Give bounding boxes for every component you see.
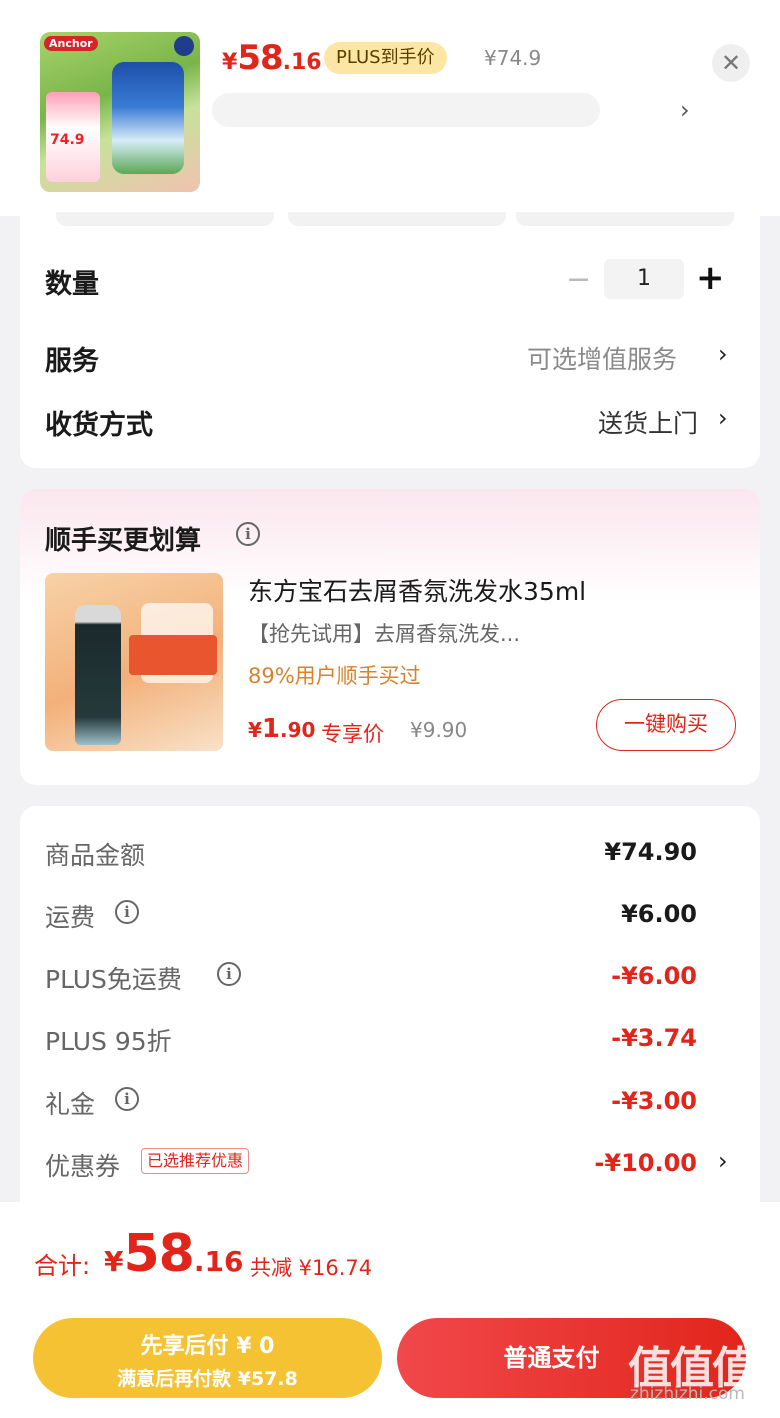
plus-price: ¥58.16 bbox=[222, 38, 322, 78]
close-icon: ✕ bbox=[720, 49, 742, 77]
addon-price-tag: 专享价 bbox=[321, 722, 384, 746]
info-icon[interactable]: i bbox=[115, 1087, 139, 1111]
service-value[interactable]: 可选增值服务 bbox=[527, 340, 677, 376]
chevron-right-icon[interactable]: › bbox=[718, 340, 728, 368]
thumb-tag-price: 74.9 bbox=[50, 132, 85, 148]
addon-title: 顺手买更划算 bbox=[45, 526, 202, 556]
delivery-value[interactable]: 送货上门 bbox=[598, 404, 698, 440]
cost-row-value: ¥6.00 bbox=[621, 900, 697, 928]
normal-pay-label: 普通支付 bbox=[503, 1344, 600, 1372]
addon-original-price: ¥9.90 bbox=[410, 718, 468, 742]
quantity-increase-button[interactable]: + bbox=[696, 258, 725, 298]
cost-row-label: 优惠券 bbox=[45, 1152, 121, 1181]
chevron-right-icon[interactable]: › bbox=[718, 1147, 728, 1175]
flag-icon bbox=[174, 36, 194, 56]
cost-row-value[interactable]: -¥10.00 bbox=[497, 1149, 697, 1177]
info-icon[interactable]: i bbox=[115, 900, 139, 924]
price-integer: 58 bbox=[237, 38, 283, 78]
info-icon-glyph: i bbox=[236, 522, 260, 546]
cost-row-value: -¥6.00 bbox=[611, 962, 697, 990]
addon-price-decimal: .90 bbox=[280, 718, 316, 742]
total-price: ¥58.16 bbox=[104, 1224, 243, 1284]
watermark-url: zhizhizhi.com bbox=[630, 1384, 745, 1404]
addon-price-currency: ¥ bbox=[248, 718, 262, 742]
close-button[interactable]: ✕ bbox=[712, 44, 750, 82]
addon-subtitle: 【抢先试用】去屑香氛洗发... bbox=[248, 622, 521, 646]
addon-price-integer: 1 bbox=[261, 714, 281, 744]
cost-row-label: 礼金 bbox=[45, 1090, 96, 1119]
chevron-right-icon[interactable]: › bbox=[680, 96, 690, 124]
cost-row-label: PLUS免运费 bbox=[45, 965, 182, 994]
quantity-label: 数量 bbox=[45, 269, 99, 300]
info-icon[interactable]: i bbox=[217, 962, 241, 986]
one-click-buy-button[interactable]: 一键购买 bbox=[596, 699, 736, 751]
price-currency: ¥ bbox=[222, 50, 238, 75]
addon-price: ¥1.90 bbox=[248, 714, 315, 744]
promo-band-graphic bbox=[129, 635, 217, 675]
milk-can-graphic bbox=[112, 62, 184, 174]
info-icon-glyph: i bbox=[115, 1087, 139, 1111]
total-decimal: .16 bbox=[193, 1245, 244, 1278]
spec-chip[interactable] bbox=[516, 212, 734, 226]
info-icon[interactable]: i bbox=[236, 522, 260, 546]
addon-popularity: 89%用户顺手买过 bbox=[248, 664, 421, 688]
chevron-right-icon[interactable]: › bbox=[718, 404, 728, 432]
price-tag-graphic: 74.9 bbox=[46, 92, 100, 182]
pay-later-title: 先享后付 ¥ 0 bbox=[140, 1334, 275, 1359]
spec-chip[interactable] bbox=[56, 212, 274, 226]
info-icon-glyph: i bbox=[115, 900, 139, 924]
delivery-label: 收货方式 bbox=[45, 410, 153, 441]
plus-price-badge: PLUS到手价 bbox=[324, 42, 447, 74]
selected-spec-bar[interactable] bbox=[212, 93, 600, 127]
price-decimal: .16 bbox=[282, 50, 322, 75]
cost-row-label: 运费 bbox=[45, 903, 96, 932]
pay-later-subtitle: 满意后再付款 ¥57.8 bbox=[117, 1368, 298, 1390]
total-saved: 共减 ¥16.74 bbox=[250, 1256, 373, 1280]
quantity-decrease-button[interactable]: − bbox=[566, 262, 591, 297]
cost-row-value: -¥3.00 bbox=[611, 1087, 697, 1115]
quantity-input[interactable]: 1 bbox=[604, 259, 684, 299]
spec-chip[interactable] bbox=[288, 212, 506, 226]
shampoo-bottle-graphic bbox=[75, 605, 121, 745]
info-icon-glyph: i bbox=[217, 962, 241, 986]
cost-row-value: ¥74.90 bbox=[604, 838, 697, 866]
original-price: ¥74.9 bbox=[484, 46, 542, 70]
service-label: 服务 bbox=[45, 346, 99, 377]
total-currency: ¥ bbox=[104, 1245, 124, 1278]
cost-row-label: 商品金额 bbox=[45, 841, 146, 870]
pay-later-button[interactable]: 先享后付 ¥ 0 满意后再付款 ¥57.8 bbox=[33, 1318, 382, 1398]
cost-row-value: -¥3.74 bbox=[611, 1024, 697, 1052]
total-label: 合计: bbox=[34, 1252, 91, 1280]
cost-row-label: PLUS 95折 bbox=[45, 1027, 172, 1056]
coupon-recommended-tag: 已选推荐优惠 bbox=[141, 1148, 250, 1174]
total-integer: 58 bbox=[123, 1224, 194, 1284]
brand-logo: Anchor bbox=[44, 36, 98, 51]
addon-product-name[interactable]: 东方宝石去屑香氛洗发水35ml bbox=[248, 572, 586, 608]
addon-product-image[interactable] bbox=[45, 573, 223, 751]
product-thumbnail[interactable]: Anchor 74.9 bbox=[40, 32, 200, 192]
